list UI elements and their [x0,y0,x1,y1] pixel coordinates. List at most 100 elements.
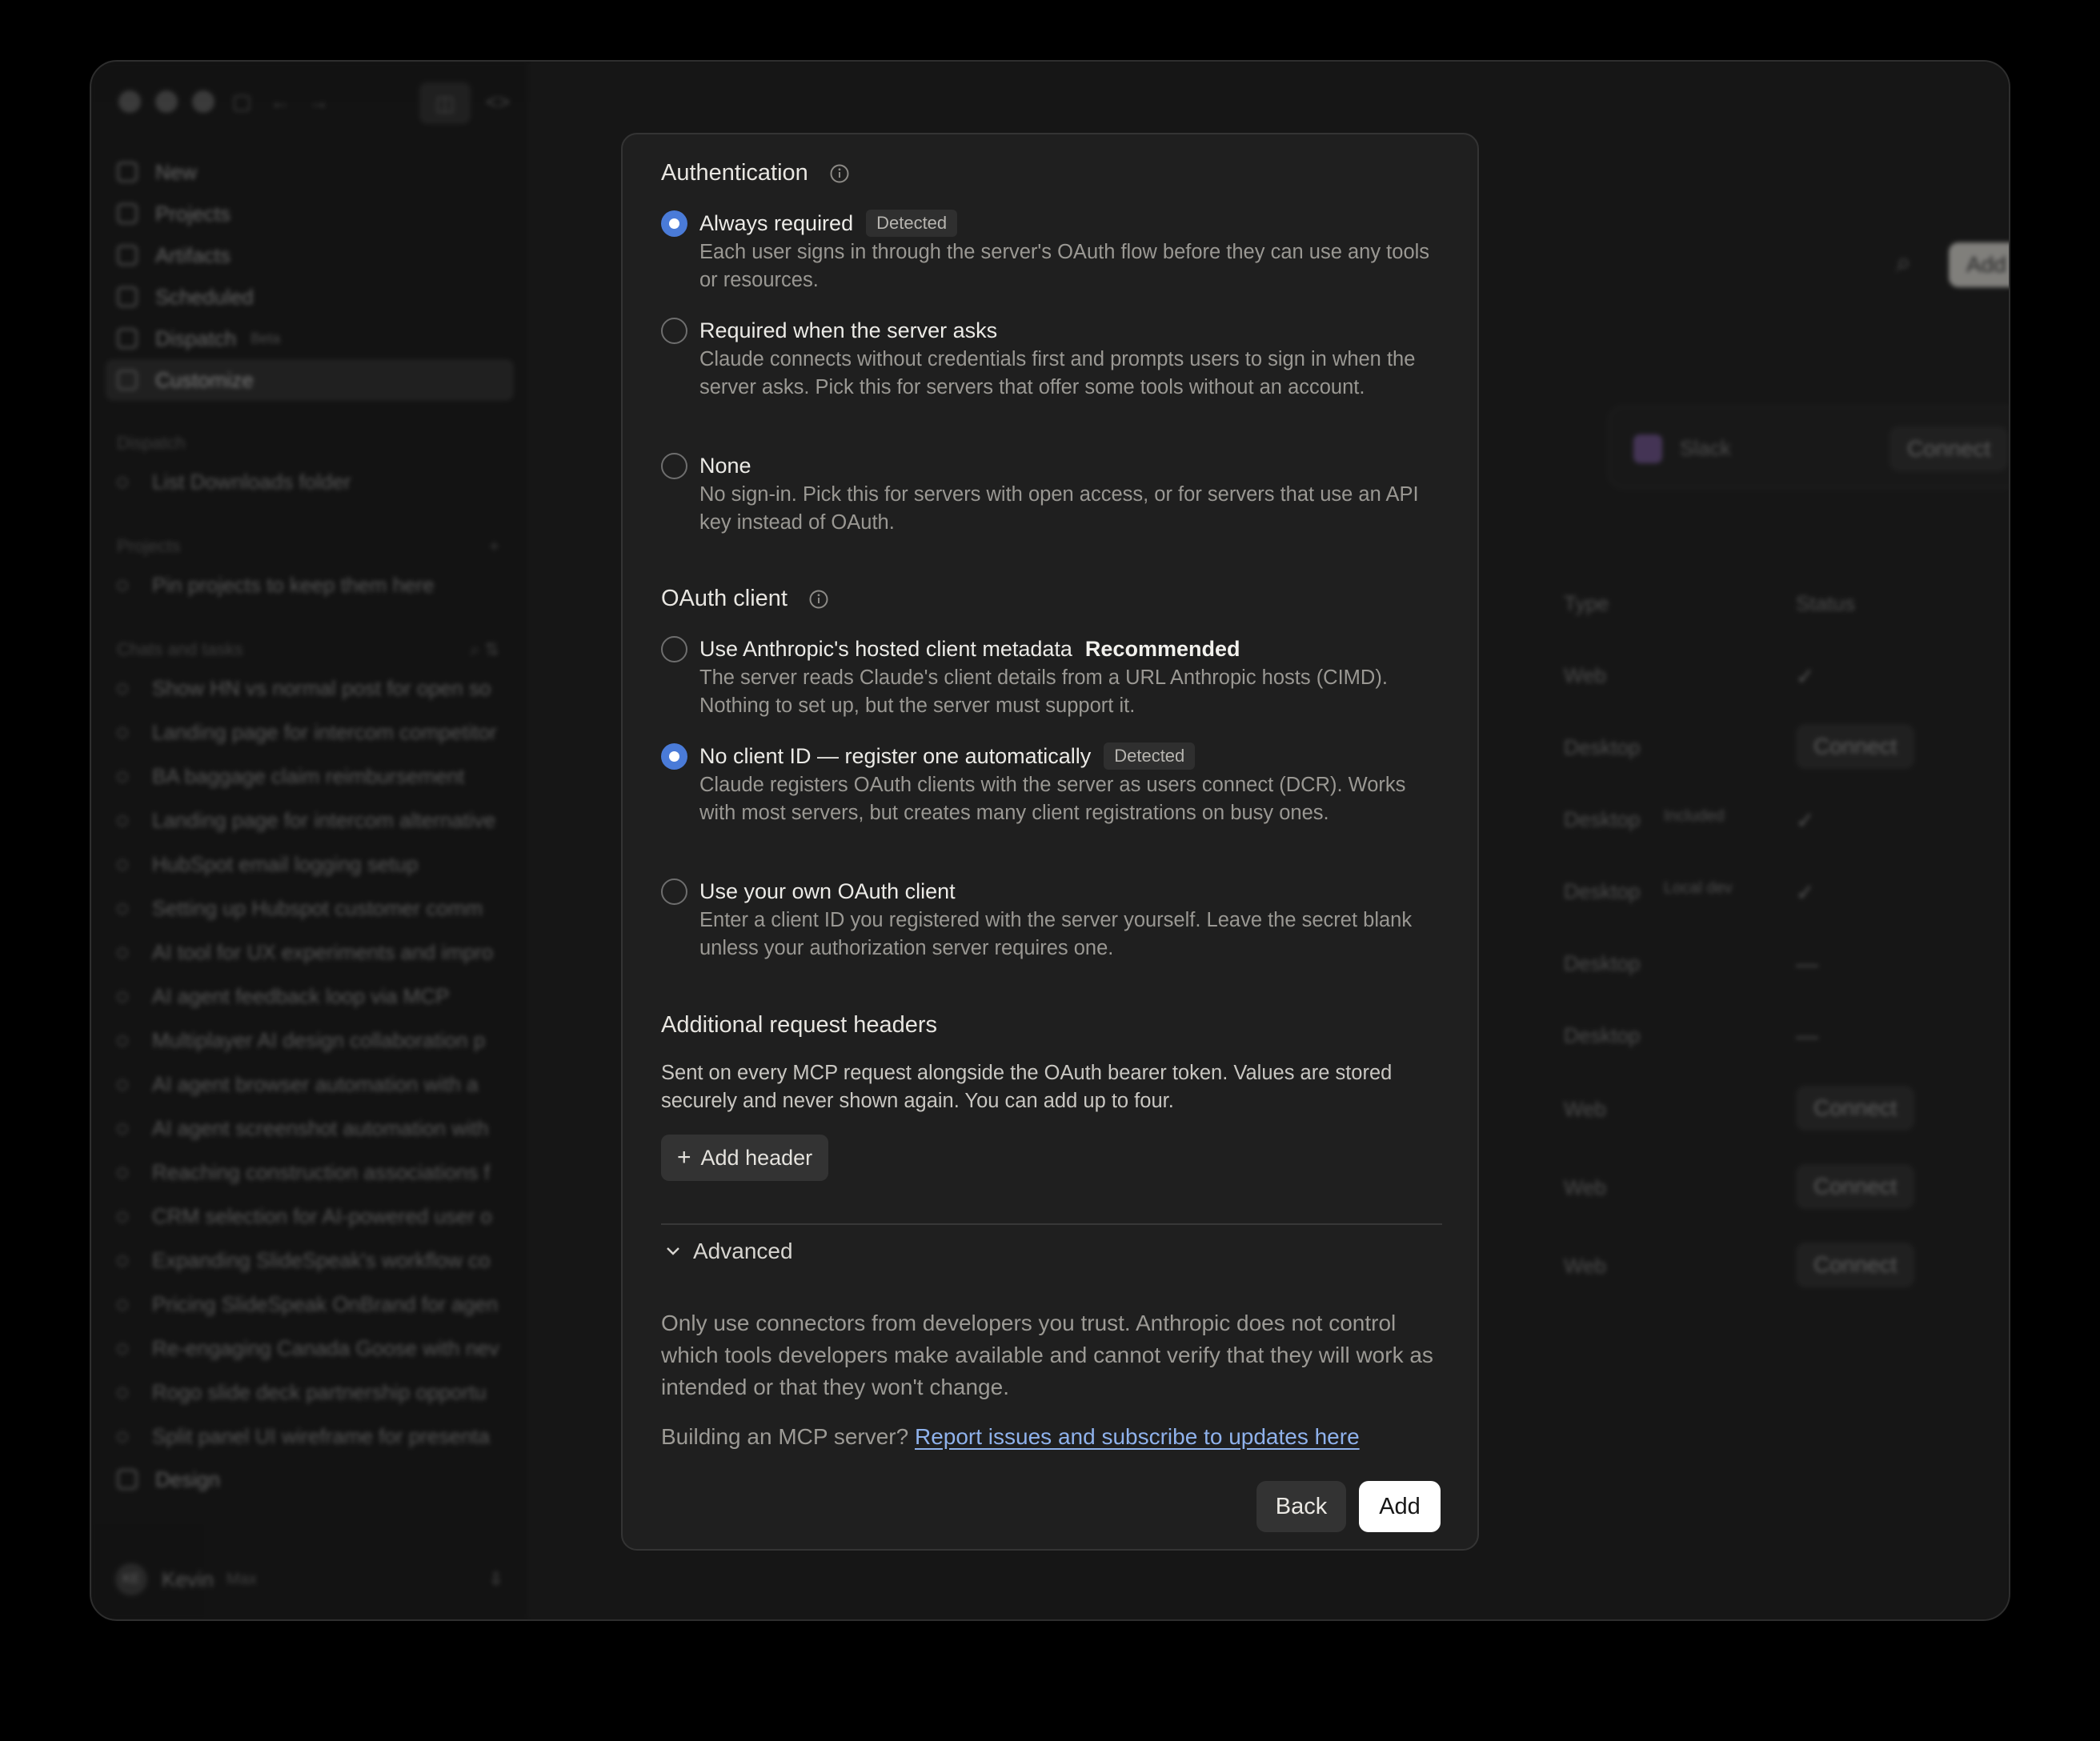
authentication-title: Authentication [661,160,808,186]
window-controls [118,90,214,113]
sidebar-item-customize[interactable]: Customize [106,359,514,401]
authentication-heading: Authentication [661,160,850,186]
chat-title: Re-engaging Canada Goose with nev [152,1336,499,1360]
connector-tag: Local dev [1664,879,1733,897]
chat-list-item[interactable]: Landing page for intercom alternative [106,798,514,842]
sidebar-item-artifacts[interactable]: Artifacts [106,234,514,276]
sidebar-item-label: Customize [155,367,254,392]
sidebar-item-label: Artifacts [155,242,230,267]
chat-list-item[interactable]: AI tool for UX experiments and impro [106,931,514,975]
chat-status-icon [117,1035,128,1047]
search-icon[interactable]: ⌕ [1896,247,1911,278]
close-window-button[interactable] [118,90,141,113]
connector-type: Desktop [1564,879,1641,903]
chat-list-item[interactable]: BA baggage claim reimbursement [106,754,514,798]
oauth-option-register-automatically[interactable]: No client ID — register one automaticall… [661,741,1445,858]
minimize-window-button[interactable] [155,90,178,113]
connector-status: — [1796,1023,1818,1048]
slack-card[interactable]: Slack Connect [1608,406,2009,489]
chat-list-item[interactable]: AI agent screenshot automation with [106,1107,514,1151]
chat-list-item[interactable]: Reaching construction associations f [106,1151,514,1195]
radio-register-automatically[interactable] [661,743,687,770]
info-icon[interactable] [808,589,829,610]
connect-button[interactable]: Connect [1796,724,1915,769]
dispatch-item[interactable]: List Downloads folder [106,460,514,504]
sidebar-toggle-icon[interactable]: ▢ [229,89,254,114]
connector-tag: Included [1664,807,1725,825]
auth-option-none[interactable]: None No sign-in. Pick this for servers w… [661,450,1445,538]
chat-list-item[interactable]: Multiplayer AI design collaboration p [106,1019,514,1063]
chats-heading: Chats and tasks ⌕ ⇅ [117,639,499,660]
chat-list-item[interactable]: Setting up Hubspot customer comm [106,887,514,931]
phone-icon [117,328,138,349]
sidebar-item-dispatch[interactable]: Dispatch Beta [106,318,514,359]
add-header-button[interactable]: + Add header [661,1135,829,1181]
sidebar-nav: New Projects Artifacts Scheduled Dispatc… [106,151,514,1500]
slack-icon [1633,434,1662,463]
chat-list-item[interactable]: Rogo slide deck partnership opportu [106,1371,514,1415]
forward-arrow-icon[interactable]: → [306,89,331,114]
avatar: KE [115,1563,147,1595]
sidebar-item-design[interactable]: Design [106,1459,514,1500]
detected-badge: Detected [866,210,958,237]
oauth-option-label: Use Anthropic's hosted client metadata Re… [699,636,1240,661]
connect-button[interactable]: Connect [1796,1086,1915,1131]
sidebar-item-scheduled[interactable]: Scheduled [106,276,514,318]
slack-connect-button[interactable]: Connect [1890,426,2009,471]
add-project-icon[interactable]: + [489,536,499,557]
task-status-icon [117,476,128,488]
advanced-toggle[interactable]: Advanced [663,1239,793,1264]
chat-list-item[interactable]: Show HN vs normal post for open so [106,666,514,710]
auth-option-when-asked[interactable]: Required when the server asks Claude con… [661,315,1445,432]
chat-list-item[interactable]: Expanding SlideSpeak's workflow co [106,1239,514,1283]
projects-heading: Projects + [117,536,499,557]
oauth-option-own-client[interactable]: Use your own OAuth client Enter a client… [661,876,1445,964]
connector-type: Desktop [1564,1023,1641,1047]
connect-button[interactable]: Connect [1796,1164,1915,1209]
chat-list-item[interactable]: Landing page for intercom competitor [106,710,514,754]
radio-own-client[interactable] [661,879,687,905]
chat-list-item[interactable]: CRM selection for AI-powered user o [106,1195,514,1239]
report-issues-link[interactable]: Report issues and subscribe to updates h… [915,1424,1360,1449]
radio-when-asked[interactable] [661,318,687,344]
info-icon[interactable] [829,163,850,184]
auth-option-always-required[interactable]: Always required Detected Each user signs … [661,208,1445,296]
user-plan: Max [226,1570,257,1588]
chat-list-item[interactable]: Pricing SlideSpeak OnBrand for agen [106,1283,514,1327]
user-footer[interactable]: KE Kevin Max ⇩ [115,1563,503,1595]
chat-list-item[interactable]: AI agent feedback loop via MCP [106,975,514,1019]
radio-hosted-metadata[interactable] [661,636,687,662]
connector-type: Desktop [1564,807,1641,831]
recommended-tag: Recommended [1084,636,1240,661]
headers-description: Sent on every MCP request alongside the … [661,1062,1393,1112]
chat-list-item[interactable]: Re-engaging Canada Goose with nev [106,1327,514,1371]
add-connector-button[interactable]: Add [1949,242,2009,287]
chat-status-icon [117,1211,128,1223]
chat-list-item[interactable]: Split panel UI wireframe for presenta [106,1415,514,1459]
connect-button[interactable]: Connect [1796,1243,1915,1287]
build-mcp-line: Building an MCP server? Report issues an… [661,1424,1360,1450]
oauth-option-hosted-metadata[interactable]: Use Anthropic's hosted client metadata Re… [661,634,1445,722]
sidebar-item-projects[interactable]: Projects [106,193,514,234]
radio-always-required[interactable] [661,210,687,237]
add-header-label: Add header [700,1145,813,1170]
auth-option-label: None [699,453,751,478]
back-arrow-icon[interactable]: ← [267,89,293,114]
chat-mode-icon[interactable]: ◫ [419,82,471,124]
sidebar-item-label: New [155,159,198,184]
back-button[interactable]: Back [1256,1481,1346,1532]
chat-title: Split panel UI wireframe for presenta [152,1424,490,1448]
download-icon[interactable]: ⇩ [489,1569,503,1590]
code-mode-icon[interactable]: <> [485,89,511,114]
add-button[interactable]: Add [1359,1481,1441,1532]
chat-list-item[interactable]: AI agent browser automation with a [106,1063,514,1107]
radio-none[interactable] [661,453,687,479]
trust-notice: Only use connectors from developers you … [661,1311,1433,1399]
maximize-window-button[interactable] [192,90,214,113]
sidebar-item-new[interactable]: New [106,151,514,193]
connector-type: Desktop [1564,735,1641,759]
advanced-label: Advanced [693,1239,793,1263]
chat-title: CRM selection for AI-powered user o [152,1204,492,1228]
chat-list-item[interactable]: HubSpot email logging setup [106,842,514,887]
chat-search-icon[interactable]: ⌕ ⇅ [470,639,499,660]
